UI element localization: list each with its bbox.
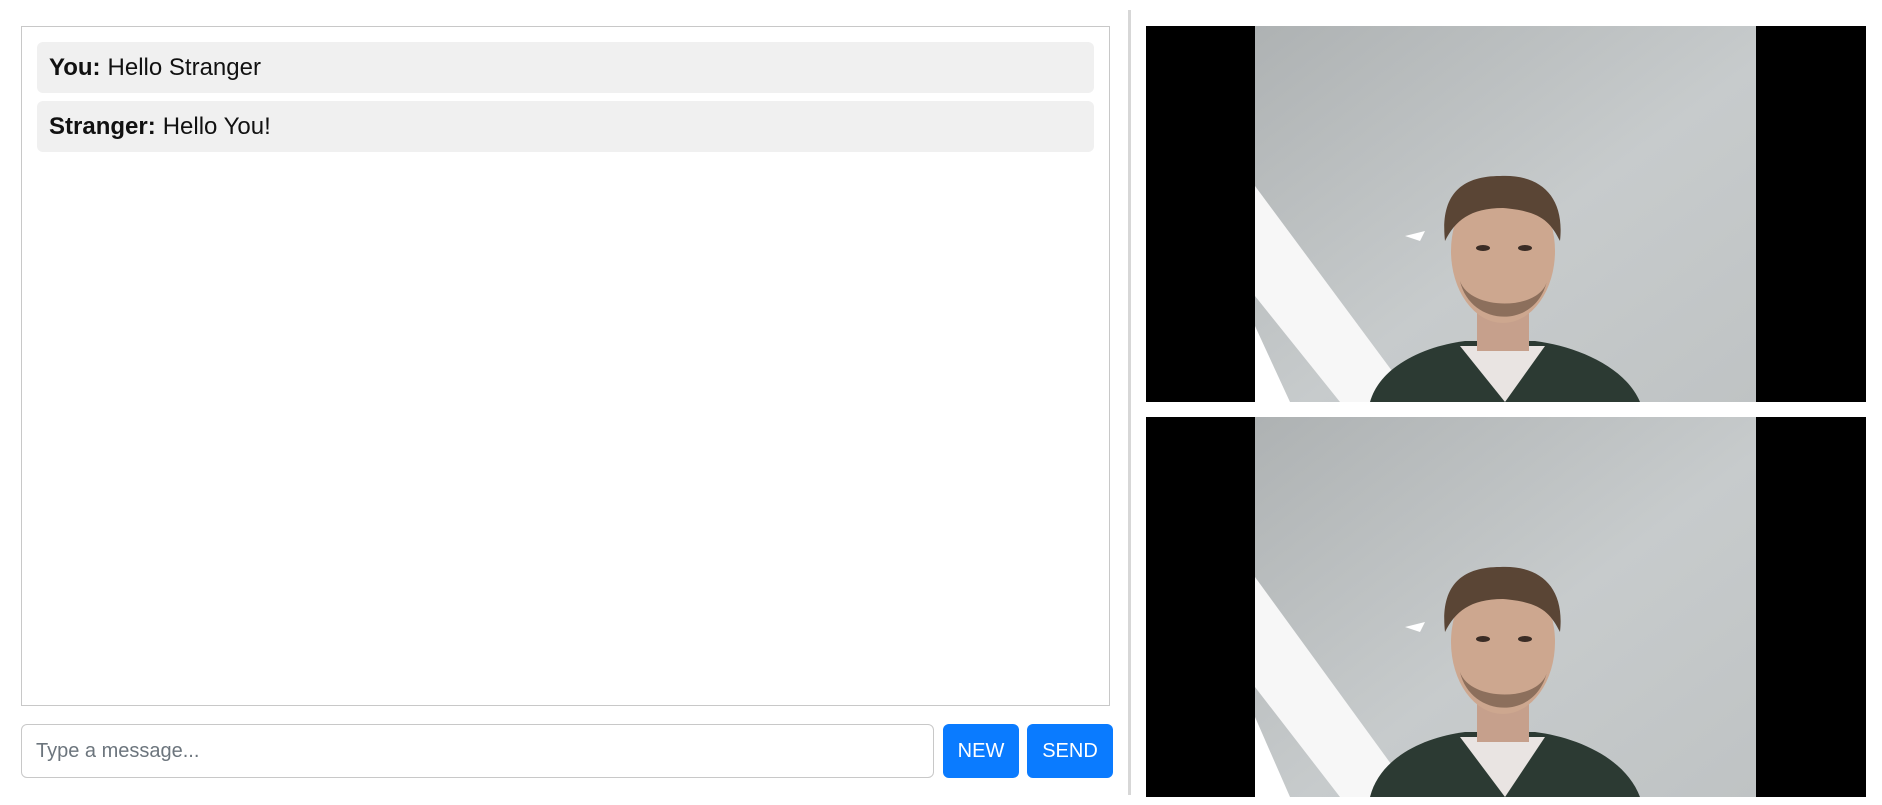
message-composer: NEW SEND (21, 724, 1113, 778)
message-sender: You: (49, 53, 101, 81)
chat-message: Stranger: Hello You! (37, 101, 1094, 152)
message-text: Hello Stranger (107, 53, 261, 81)
send-button[interactable]: SEND (1027, 724, 1113, 778)
message-sender: Stranger: (49, 112, 156, 140)
remote-video (1146, 26, 1866, 402)
chat-log[interactable]: You: Hello Stranger Stranger: Hello You! (21, 26, 1110, 706)
message-input[interactable] (21, 724, 934, 778)
camera-feed-image (1255, 417, 1756, 797)
message-text: Hello You! (162, 112, 271, 140)
local-video (1146, 417, 1866, 797)
panel-divider (1128, 10, 1131, 795)
camera-feed-image (1255, 26, 1756, 402)
new-chat-button[interactable]: NEW (943, 724, 1019, 778)
video-chat-app: You: Hello Stranger Stranger: Hello You!… (0, 0, 1882, 805)
chat-message: You: Hello Stranger (37, 42, 1094, 93)
